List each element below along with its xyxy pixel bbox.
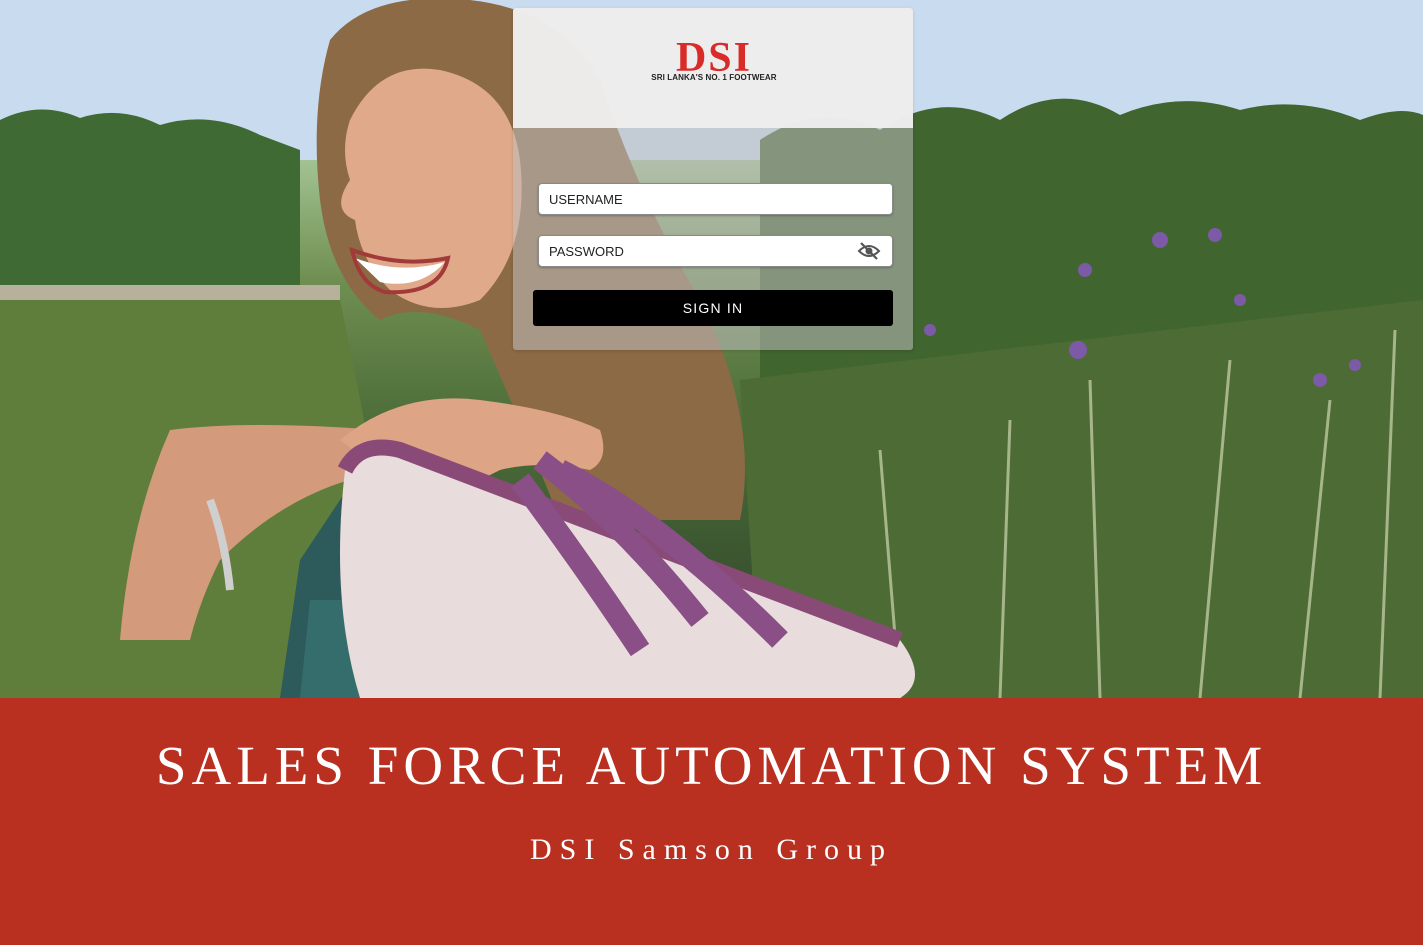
dsi-logo-tagline: SRI LANKA'S NO. 1 FOOTWEAR (651, 73, 777, 82)
eye-off-icon[interactable] (857, 241, 881, 261)
company-subtitle: DSI Samson Group (529, 833, 893, 866)
system-title: SALES FORCE AUTOMATION SYSTEM (155, 735, 1268, 796)
username-field[interactable] (538, 183, 893, 215)
username-input[interactable] (549, 184, 849, 214)
login-card-header: DSI SRI LANKA'S NO. 1 FOOTWEAR (513, 8, 913, 128)
sign-in-button[interactable]: SIGN IN (533, 290, 893, 326)
dsi-logo: DSI SRI LANKA'S NO. 1 FOOTWEAR (648, 36, 780, 86)
password-field[interactable] (538, 235, 893, 267)
footer-banner: SALES FORCE AUTOMATION SYSTEM DSI Samson… (0, 698, 1423, 945)
password-input[interactable] (549, 236, 849, 266)
login-card: DSI SRI LANKA'S NO. 1 FOOTWEAR SIGN IN (513, 8, 913, 350)
